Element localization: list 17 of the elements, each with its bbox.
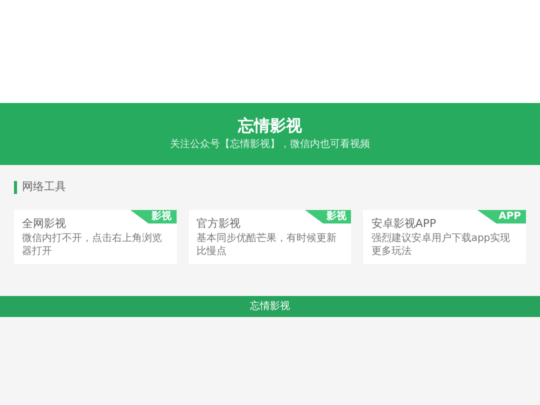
card-description: 微信内打不开，点击右上角浏览器打开 [22,233,163,258]
tool-tag: 影视 [304,210,352,224]
tool-tag: 影视 [130,210,177,224]
card-title: 安卓影视APP [371,216,438,230]
site-subtitle: 关注公众号【忘情影视】，微信内也可看视频 [170,139,370,152]
section-title: 网络工具 [22,179,66,195]
card-description: 强烈建议安卓用户下载app实现更多玩法 [371,233,512,258]
tool-tag: APP [476,210,526,224]
tool-card[interactable]: 影视 官方影视 基本同步优酷芒果，有时候更新比慢点 [188,210,352,264]
footer-text: 忘情影视 [250,300,290,314]
card-title: 全网影视 [22,216,67,230]
card-description: 基本同步优酷芒果，有时候更新比慢点 [196,233,338,258]
tool-card[interactable]: 影视 全网影视 微信内打不开，点击右上角浏览器打开 [14,210,177,264]
section-marker [14,180,17,194]
card-title: 官方影视 [196,216,242,230]
site-title: 忘情影视 [238,116,302,136]
tool-card[interactable]: APP 安卓影视APP 强烈建议安卓用户下载app实现更多玩法 [363,210,526,264]
